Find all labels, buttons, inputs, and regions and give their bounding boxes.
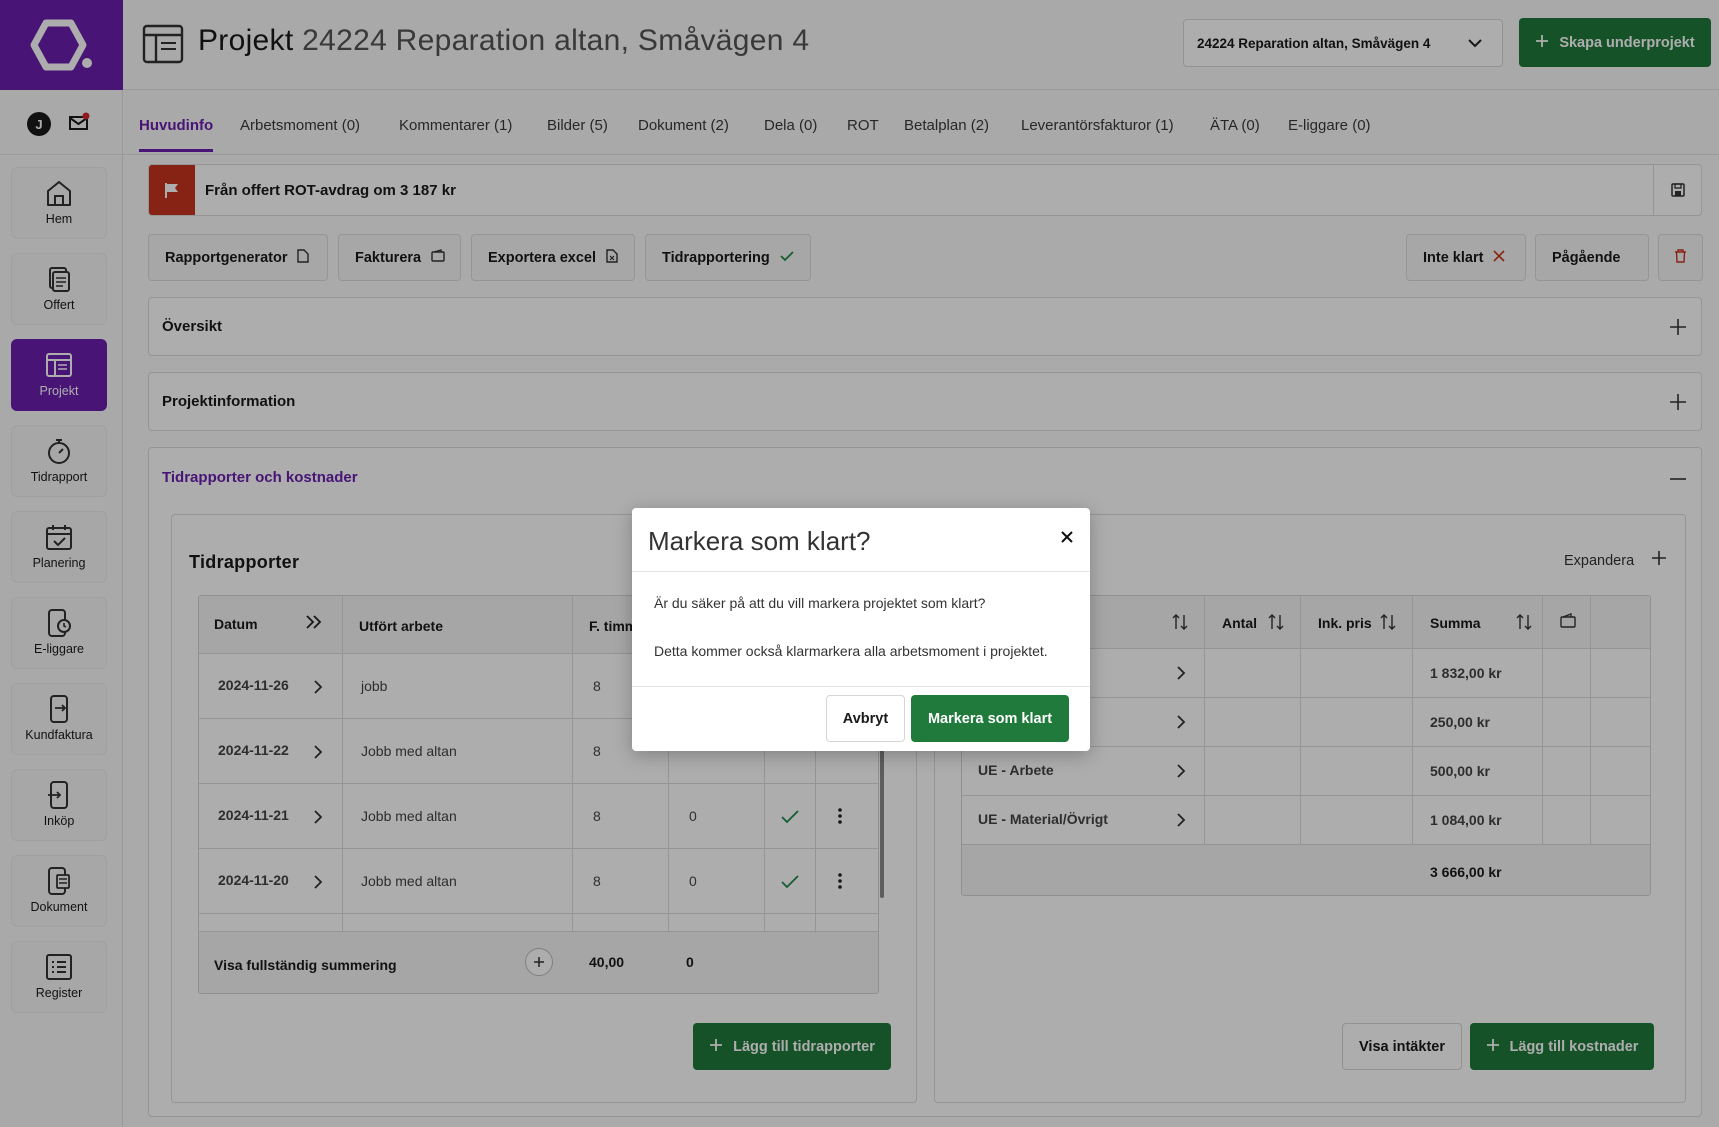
divider [632, 571, 1090, 572]
cancel-label: Avbryt [842, 710, 889, 727]
confirm-mark-done-button[interactable]: Markera som klart [911, 695, 1069, 742]
close-icon[interactable] [1060, 530, 1074, 548]
dialog-title: Markera som klart? [648, 526, 871, 556]
dialog-text-info: Detta kommer också klarmarkera alla arbe… [654, 643, 1048, 659]
cancel-button[interactable]: Avbryt [826, 695, 905, 742]
confirm-dialog: Markera som klart? Är du säker på att du… [632, 508, 1090, 751]
confirm-label: Markera som klart [927, 710, 1053, 727]
dialog-text-question: Är du säker på att du vill markera proje… [654, 595, 986, 611]
divider [632, 686, 1090, 687]
